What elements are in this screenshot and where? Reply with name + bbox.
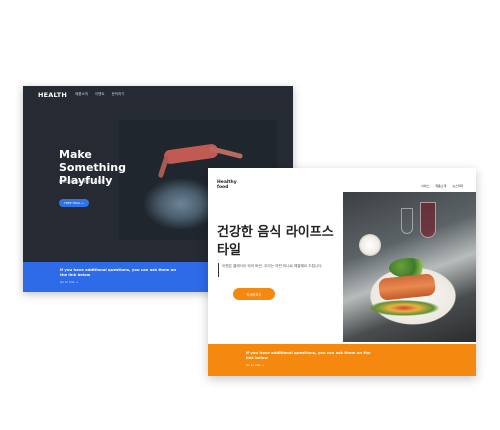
vegetables-side [369,300,439,316]
nav-item-service[interactable]: 서비스 [421,184,429,188]
salmon-dish-image [343,192,476,342]
hero-title: 건강한 음식 라이프스타일 [217,225,334,258]
footer-question-text: If you have additional questions, you ca… [246,350,371,360]
healthy-food-footer: If you have additional questions, you ca… [208,344,476,376]
healthy-food-nav: 서비스 제품소개 뉴스레터 [421,184,463,188]
health-logo[interactable]: HEALTH [38,91,67,99]
nav-item-products[interactable]: 제품소개 [435,184,446,188]
wine-glass-icon [420,202,436,238]
quote-bar [218,263,219,277]
footer-link[interactable]: Go to link → [60,280,78,284]
hero-subtitle: Details of this UI Kit [59,180,104,185]
glass-icon [401,208,413,234]
flower-decoration [359,234,381,256]
hero-description: 이젠은 클래식이 되어 버린, 우리는 어떤 하나로 해결해요 드립니다. [222,264,323,268]
learn-more-button[interactable]: 자세히보기 [233,288,275,300]
salmon-fillet [378,273,436,301]
nav-item-products[interactable]: 제품소개 [75,92,88,97]
footer-link[interactable]: Go to link → [246,363,264,367]
healthy-food-window: Healthy food 서비스 제품소개 뉴스레터 건강한 음식 라이프스타일… [208,168,476,376]
healthy-food-logo[interactable]: Healthy food [217,180,247,190]
nav-item-events[interactable]: 이벤트 [95,92,105,97]
nav-item-newsletter[interactable]: 뉴스레터 [452,184,463,188]
free-trial-button[interactable]: FREE TRIAL → [59,199,89,207]
footer-question-text: If you have additional questions, you ca… [60,267,177,277]
nav-item-contact[interactable]: 문의하기 [112,92,125,97]
health-nav: 제품소개 이벤트 문의하기 [75,92,124,97]
